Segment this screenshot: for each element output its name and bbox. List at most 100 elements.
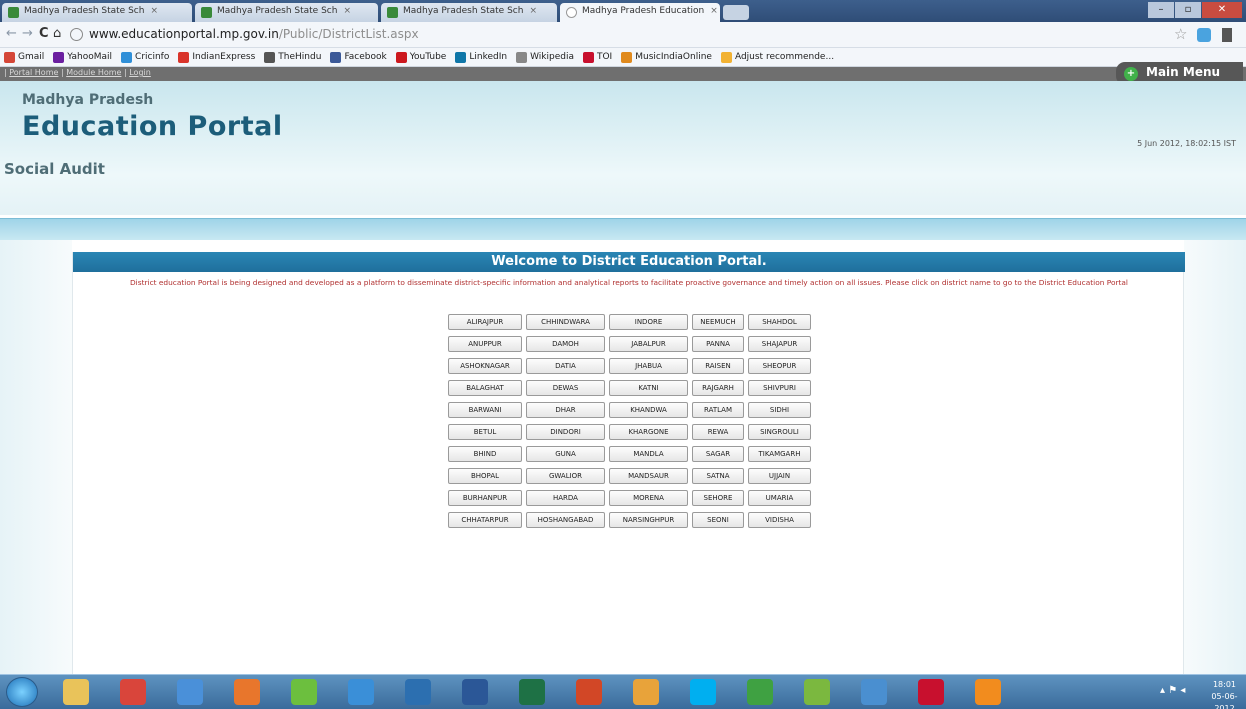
bookmark-item[interactable]: Wikipedia [516, 51, 574, 63]
district-button[interactable]: ASHOKNAGAR [448, 358, 522, 374]
district-button[interactable]: RAJGARH [692, 380, 744, 396]
district-button[interactable]: SEHORE [692, 490, 744, 506]
district-button[interactable]: UJJAIN [748, 468, 811, 484]
forward-icon[interactable]: → [22, 26, 33, 41]
browser-tab[interactable]: Madhya Pradesh State Sch × [195, 3, 378, 22]
district-button[interactable]: KATNI [609, 380, 688, 396]
district-button[interactable]: DINDORI [526, 424, 605, 440]
district-button[interactable]: DATIA [526, 358, 605, 374]
district-button[interactable]: SAGAR [692, 446, 744, 462]
browser-tab-active[interactable]: Madhya Pradesh Education × [560, 3, 720, 22]
vlc-icon[interactable] [975, 679, 1001, 705]
address-bar[interactable]: www.educationportal.mp.gov.in/Public/Dis… [89, 27, 419, 41]
district-button[interactable]: DHAR [526, 402, 605, 418]
district-button[interactable]: SHIVPURI [748, 380, 811, 396]
network-icon[interactable] [177, 679, 203, 705]
district-button[interactable]: BURHANPUR [448, 490, 522, 506]
module-home-link[interactable]: Module Home [66, 68, 121, 77]
close-icon[interactable]: × [343, 6, 351, 16]
close-icon[interactable]: × [710, 6, 718, 16]
district-button[interactable]: ANUPPUR [448, 336, 522, 352]
bookmark-item[interactable]: Gmail [4, 51, 44, 63]
district-button[interactable]: TIKAMGARH [748, 446, 811, 462]
extension-icon[interactable] [1197, 28, 1211, 42]
district-button[interactable]: KHARGONE [609, 424, 688, 440]
district-button[interactable]: HARDA [526, 490, 605, 506]
word-icon[interactable] [462, 679, 488, 705]
tray-arrow-icon[interactable]: ▴ [1160, 685, 1165, 696]
chrome-icon[interactable] [120, 679, 146, 705]
bookmark-item[interactable]: YahooMail [53, 51, 112, 63]
browser-tab[interactable]: Madhya Pradesh State Sch × [2, 3, 192, 22]
powerpoint-icon[interactable] [576, 679, 602, 705]
wrench-menu-icon[interactable] [1222, 28, 1232, 42]
messenger-icon[interactable] [747, 679, 773, 705]
new-tab-button[interactable] [723, 5, 749, 20]
district-button[interactable]: BHIND [448, 446, 522, 462]
start-button[interactable] [6, 677, 38, 707]
bookmark-item[interactable]: IndianExpress [178, 51, 255, 63]
bookmark-item[interactable]: YouTube [395, 51, 446, 63]
district-button[interactable]: MANDLA [609, 446, 688, 462]
page-info-icon[interactable] [70, 28, 83, 41]
district-button[interactable]: SATNA [692, 468, 744, 484]
itunes-icon[interactable] [861, 679, 887, 705]
district-button[interactable]: SHAJAPUR [748, 336, 811, 352]
firefox-icon[interactable] [234, 679, 260, 705]
district-button[interactable]: RATLAM [692, 402, 744, 418]
ie-alt-icon[interactable] [291, 679, 317, 705]
back-icon[interactable]: ← [6, 26, 17, 41]
district-button[interactable]: ALIRAJPUR [448, 314, 522, 330]
maximize-icon[interactable]: ▫ [1175, 2, 1201, 18]
bookmark-star-icon[interactable]: ☆ [1174, 25, 1187, 43]
volume-icon[interactable]: ◂ [1180, 685, 1185, 696]
bookmark-item[interactable]: Facebook [330, 51, 387, 63]
district-button[interactable]: NEEMUCH [692, 314, 744, 330]
district-button[interactable]: JHABUA [609, 358, 688, 374]
district-button[interactable]: KHANDWA [609, 402, 688, 418]
bookmark-item[interactable]: MusicIndiaOnline [621, 51, 712, 63]
district-button[interactable]: GWALIOR [526, 468, 605, 484]
minimize-icon[interactable]: – [1148, 2, 1174, 18]
district-button[interactable]: NARSINGHPUR [609, 512, 688, 528]
district-button[interactable]: CHHINDWARA [526, 314, 605, 330]
close-icon[interactable]: × [150, 6, 158, 16]
district-button[interactable]: SIDHI [748, 402, 811, 418]
district-button[interactable]: BHOPAL [448, 468, 522, 484]
browser-tab[interactable]: Madhya Pradesh State Sch × [381, 3, 557, 22]
district-button[interactable]: GUNA [526, 446, 605, 462]
close-icon[interactable]: × [529, 6, 537, 16]
district-button[interactable]: HOSHANGABAD [526, 512, 605, 528]
district-button[interactable]: CHHATARPUR [448, 512, 522, 528]
internet-explorer-icon[interactable] [348, 679, 374, 705]
district-button[interactable]: INDORE [609, 314, 688, 330]
district-button[interactable]: SEONI [692, 512, 744, 528]
clock[interactable]: 18:01 05-06-2012 [1203, 679, 1246, 709]
network-tray-icon[interactable]: ⚑ [1168, 685, 1177, 696]
district-button[interactable]: SHAHDOL [748, 314, 811, 330]
district-button[interactable]: RAISEN [692, 358, 744, 374]
bookmark-item[interactable]: Adjust recommende... [720, 51, 834, 63]
explorer-icon[interactable] [63, 679, 89, 705]
district-button[interactable]: REWA [692, 424, 744, 440]
login-link[interactable]: Login [129, 68, 151, 77]
outlook-icon[interactable] [633, 679, 659, 705]
district-button[interactable]: SHEOPUR [748, 358, 811, 374]
bookmark-item[interactable]: TheHindu [264, 51, 321, 63]
portal-home-link[interactable]: Portal Home [9, 68, 58, 77]
district-button[interactable]: VIDISHA [748, 512, 811, 528]
skype-icon[interactable] [690, 679, 716, 705]
district-button[interactable]: UMARIA [748, 490, 811, 506]
excel-icon[interactable] [519, 679, 545, 705]
district-button[interactable]: DEWAS [526, 380, 605, 396]
close-window-icon[interactable]: ✕ [1202, 2, 1242, 18]
bookmark-item[interactable]: LinkedIn [455, 51, 507, 63]
district-button[interactable]: PANNA [692, 336, 744, 352]
district-button[interactable]: DAMOH [526, 336, 605, 352]
district-button[interactable]: BARWANI [448, 402, 522, 418]
bookmark-item[interactable]: TOI [582, 51, 612, 63]
ie-green-icon[interactable] [804, 679, 830, 705]
district-button[interactable]: BETUL [448, 424, 522, 440]
reload-icon[interactable]: C [39, 26, 49, 41]
district-button[interactable]: JABALPUR [609, 336, 688, 352]
